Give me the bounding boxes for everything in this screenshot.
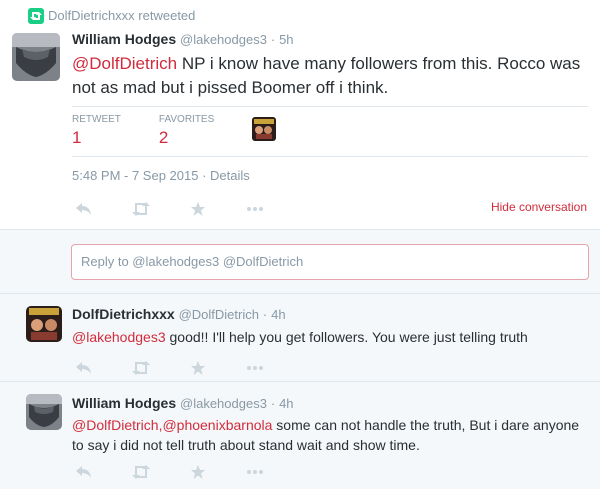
author-handle[interactable]: @lakehodges3	[180, 32, 267, 47]
tweet-header: William Hodges @lakehodges3 · 5h	[72, 31, 294, 47]
tweet-time[interactable]: 5h	[279, 32, 293, 47]
author-avatar[interactable]	[12, 33, 60, 81]
more-icon[interactable]	[245, 360, 265, 376]
author-avatar[interactable]	[26, 394, 62, 430]
tweet-header: DolfDietrichxxx @DolfDietrich · 4h	[72, 306, 286, 322]
retweet-stat-label: RETWEET	[72, 114, 121, 125]
mention-link[interactable]: @DolfDietrich	[72, 54, 177, 73]
tweet-time[interactable]: 4h	[271, 307, 285, 322]
reply-icon[interactable]	[74, 464, 94, 480]
separator-dot: ·	[270, 396, 276, 411]
author-handle[interactable]: @DolfDietrich	[179, 307, 259, 322]
favorite-icon[interactable]	[188, 360, 208, 376]
retweet-count: 1	[72, 128, 82, 147]
main-tweet[interactable]: DolfDietrichxxx retweeted William Hodges…	[0, 0, 600, 229]
tweet-actions	[74, 464, 302, 480]
tweet-text: @lakehodges3 good!! I'll help you get fo…	[72, 327, 592, 347]
divider	[72, 106, 588, 107]
favoriter-avatar[interactable]	[252, 117, 276, 141]
retweet-icon[interactable]	[131, 360, 151, 376]
tweet-text: @DolfDietrich,@phoenixbarnola some can n…	[72, 415, 592, 455]
retweet-context: DolfDietrichxxx retweeted	[28, 8, 195, 24]
retweet-icon[interactable]	[131, 201, 151, 217]
favorites-stat[interactable]: FAVORITES 2	[159, 114, 214, 148]
author-name[interactable]: DolfDietrichxxx	[72, 306, 175, 322]
divider	[72, 156, 588, 157]
more-icon[interactable]	[245, 464, 265, 480]
favorite-icon[interactable]	[188, 464, 208, 480]
reply-icon[interactable]	[74, 201, 94, 217]
reply-tweet[interactable]: DolfDietrichxxx @DolfDietrich · 4h @lake…	[0, 294, 600, 382]
favorite-icon[interactable]	[188, 201, 208, 217]
author-avatar[interactable]	[26, 306, 62, 342]
tweet-actions	[74, 201, 302, 217]
tweet-body: good!! I'll help you get followers. You …	[165, 329, 528, 345]
favorites-count: 2	[158, 128, 169, 147]
separator-dot: ·	[262, 307, 268, 322]
retweeted-by-text[interactable]: DolfDietrichxxx retweeted	[48, 8, 195, 23]
hide-conversation-link[interactable]: Hide conversation	[491, 200, 587, 214]
reply-input[interactable]: Reply to @lakehodges3 @DolfDietrich	[71, 244, 589, 280]
reply-icon[interactable]	[74, 360, 94, 376]
retweet-icon[interactable]	[131, 464, 151, 480]
author-name[interactable]: William Hodges	[72, 395, 176, 411]
tweet-time[interactable]: 4h	[279, 396, 293, 411]
mention-link[interactable]: @DolfDietrich,@phoenixbarnola	[72, 417, 272, 433]
author-name[interactable]: William Hodges	[72, 31, 176, 47]
tweet-header: William Hodges @lakehodges3 · 4h	[72, 395, 294, 411]
separator-dot: ·	[270, 32, 276, 47]
tweet-stats: RETWEET 1 FAVORITES 2	[72, 114, 252, 148]
tweet-text: @DolfDietrich NP i know have many follow…	[72, 52, 592, 100]
retweet-badge-icon	[28, 8, 44, 24]
more-icon[interactable]	[245, 201, 265, 217]
mention-link[interactable]: @lakehodges3	[72, 329, 166, 345]
author-handle[interactable]: @lakehodges3	[180, 396, 267, 411]
tweet-actions	[74, 360, 302, 376]
retweet-stat[interactable]: RETWEET 1	[72, 114, 121, 148]
favorites-stat-label: FAVORITES	[158, 114, 215, 125]
reply-area: Reply to @lakehodges3 @DolfDietrich	[0, 229, 600, 294]
tweet-timestamp[interactable]: 5:48 PM - 7 Sep 2015 · Details	[72, 168, 250, 183]
reply-tweet[interactable]: William Hodges @lakehodges3 · 4h @DolfDi…	[0, 382, 600, 489]
